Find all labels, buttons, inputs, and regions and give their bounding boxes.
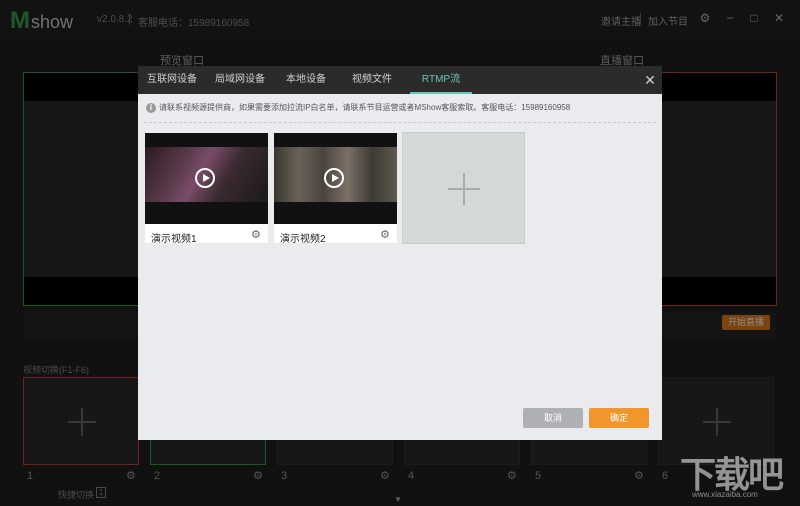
confirm-button[interactable]: 确定 xyxy=(589,408,649,428)
add-source-dialog: 互联网设备 局域网设备 本地设备 视频文件 RTMP流 ✕ i 请联系视频源提供… xyxy=(138,66,662,440)
cancel-button[interactable]: 取消 xyxy=(523,408,583,428)
tab-local-device[interactable]: 本地设备 xyxy=(274,66,338,94)
info-icon: i xyxy=(146,103,156,113)
site-watermark: 下载吧 www.xiazaiba.com xyxy=(680,446,796,502)
video-name: 演示视频1 xyxy=(151,234,197,245)
video-card-2[interactable]: 演示视频2 ⚙ xyxy=(274,133,397,245)
tab-internet-device[interactable]: 互联网设备 xyxy=(138,66,206,94)
gear-icon[interactable]: ⚙ xyxy=(251,228,261,241)
plus-icon xyxy=(448,173,480,205)
gear-icon[interactable]: ⚙ xyxy=(380,228,390,241)
notice-bar: i 请联系视频源提供商，如果需要添加拉流IP白名单，请联系节目运营或者MShow… xyxy=(144,99,656,119)
close-icon[interactable]: ✕ xyxy=(642,72,658,88)
video-thumbnail xyxy=(145,133,268,224)
tab-video-file[interactable]: 视频文件 xyxy=(338,66,406,94)
video-card-1[interactable]: 演示视频1 ⚙ xyxy=(145,133,268,245)
play-icon[interactable] xyxy=(324,168,344,188)
tab-rtmp-stream[interactable]: RTMP流 xyxy=(410,66,472,94)
notice-text: 请联系视频源提供商，如果需要添加拉流IP白名单，请联系节目运营或者MShow客服… xyxy=(159,103,571,112)
divider xyxy=(144,122,656,123)
play-icon[interactable] xyxy=(195,168,215,188)
add-stream-button[interactable] xyxy=(402,132,525,244)
dialog-tab-bar: 互联网设备 局域网设备 本地设备 视频文件 RTMP流 ✕ xyxy=(138,66,662,94)
watermark-url: www.xiazaiba.com xyxy=(692,490,758,499)
video-thumbnail xyxy=(274,133,397,224)
tab-lan-device[interactable]: 局域网设备 xyxy=(206,66,274,94)
video-name: 演示视频2 xyxy=(280,234,326,245)
